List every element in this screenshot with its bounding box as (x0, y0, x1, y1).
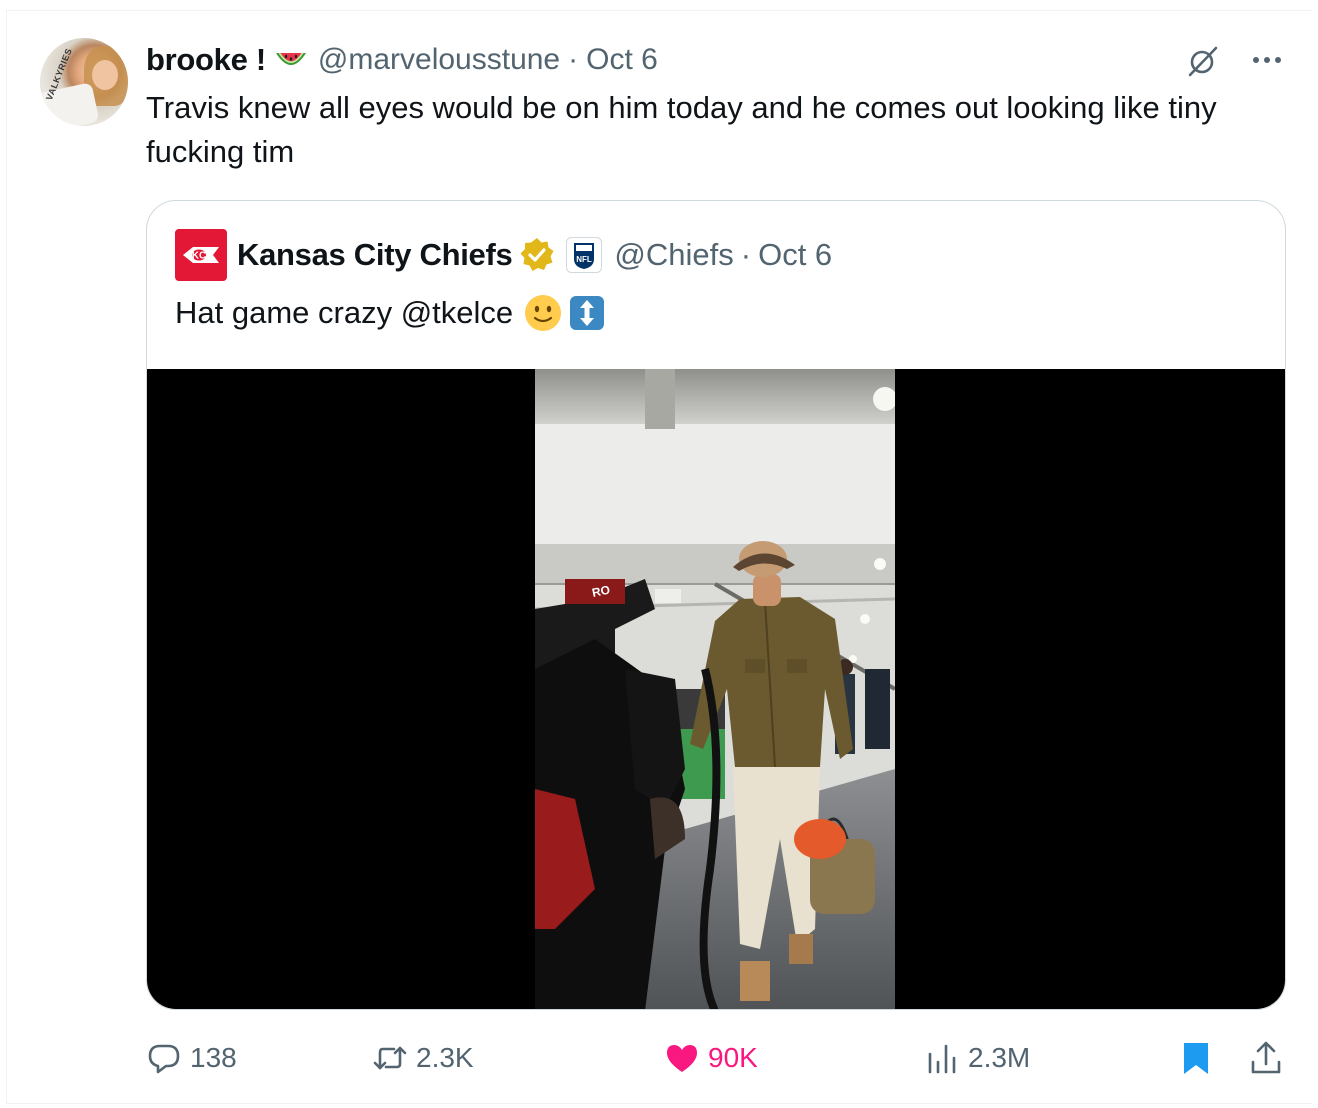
watermelon-icon (275, 53, 306, 65)
views-icon (928, 1044, 956, 1074)
quoted-tweet-text: Hat game crazy @tkelce (175, 295, 514, 330)
author-avatar[interactable]: VALKYRIES (40, 38, 128, 126)
slightly-smiling-face-icon (525, 295, 562, 331)
quoted-author-handle[interactable]: @Chiefs (614, 237, 733, 273)
heart-icon (667, 1045, 697, 1072)
separator-dot: · (568, 43, 579, 76)
svg-text:NFL: NFL (577, 255, 593, 264)
like-button[interactable]: 90K (664, 1030, 758, 1086)
views-count: 2.3M (968, 1042, 1031, 1073)
author-name[interactable]: brooke ! (146, 42, 266, 78)
reply-count: 138 (190, 1042, 237, 1073)
reply-button[interactable]: 138 (146, 1030, 237, 1086)
action-bar: 138 2.3K 90K 2.3M (0, 1030, 1318, 1086)
quoted-separator-dot: · (740, 237, 752, 272)
repost-icon (373, 1046, 407, 1070)
chiefs-logo-icon[interactable]: KC (175, 229, 227, 281)
nfl-affiliate-icon[interactable]: NFL (566, 237, 603, 273)
quoted-tweet-date[interactable]: Oct 6 (758, 237, 832, 273)
quoted-tweet-header: KC Kansas City Chiefs NFL @Chiefs · Oct … (175, 229, 832, 281)
tweet-date[interactable]: Oct 6 (586, 43, 658, 77)
views-button[interactable]: 2.3M (924, 1030, 1030, 1086)
repost-button[interactable]: 2.3K (372, 1030, 474, 1086)
repost-count: 2.3K (416, 1042, 474, 1073)
share-icon (1251, 1041, 1281, 1074)
more-options-icon[interactable] (1250, 50, 1284, 70)
up-down-arrow-icon (570, 296, 605, 330)
share-button[interactable] (1248, 1030, 1292, 1086)
bookmark-button[interactable] (1178, 1030, 1222, 1086)
tweet-text: Travis knew all eyes would be on him tod… (146, 90, 1217, 169)
bookmark-icon (1184, 1043, 1208, 1074)
gold-checkmark-icon[interactable] (518, 236, 556, 274)
svg-text:KC: KC (192, 251, 206, 262)
video-frame[interactable]: RO (535, 369, 895, 1010)
quoted-tweet[interactable]: KC Kansas City Chiefs NFL @Chiefs · Oct … (146, 200, 1286, 1010)
tweet-header: brooke ! @marvelousstune · Oct 6 (146, 40, 658, 80)
avatar-face (92, 60, 118, 90)
author-handle[interactable]: @marvelousstune (318, 43, 560, 77)
grok-icon[interactable] (1186, 44, 1220, 78)
quoted-tweet-text-row: Hat game crazy @tkelce (175, 289, 607, 337)
video-player[interactable]: RO (147, 369, 1285, 1010)
like-count: 90K (708, 1042, 758, 1073)
quoted-author-name[interactable]: Kansas City Chiefs (237, 237, 513, 273)
reply-icon (148, 1044, 180, 1074)
